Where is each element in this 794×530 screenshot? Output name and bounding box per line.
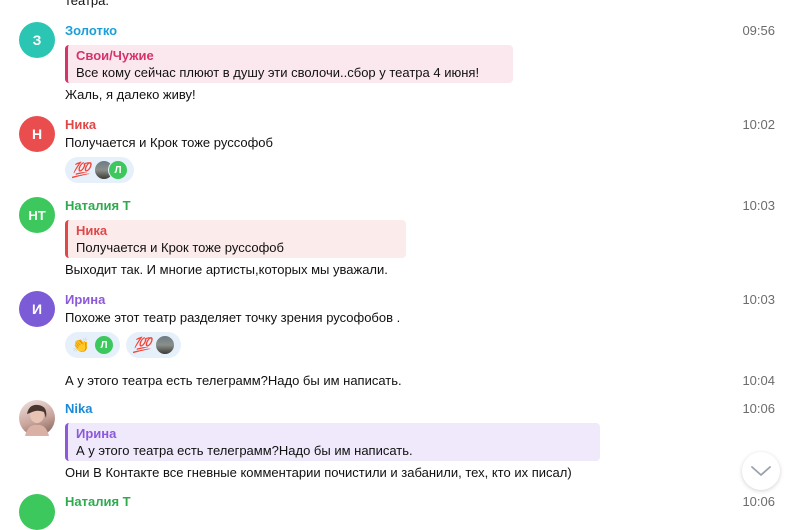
quote-text: Все кому сейчас плюют в душу эти сволочи… [76, 65, 480, 80]
message-text: Похоже этот театр разделяет точку зрения… [65, 310, 401, 325]
reactor-avatar [155, 335, 175, 355]
reply-quote[interactable]: Свои/Чужие Все кому сейчас плюют в душу … [65, 45, 513, 83]
reply-quote[interactable]: Ника Получается и Крок тоже руссофоб [65, 220, 406, 258]
chevron-down-icon [751, 466, 771, 476]
reaction-chip[interactable]: 💯 Л [65, 157, 134, 183]
message-time: 10:03 [742, 292, 775, 307]
quote-text: Получается и Крок тоже руссофоб [76, 240, 284, 255]
message-time: 10:06 [742, 494, 775, 509]
reactor-avatar: Л [108, 160, 128, 180]
avatar[interactable]: З [19, 22, 55, 58]
hundred-points-icon: 💯 [132, 337, 152, 354]
sender-name[interactable]: Наталия Т [65, 494, 131, 509]
message-time: 10:03 [742, 198, 775, 213]
message-text: А у этого театра есть телеграмм?Надо бы … [65, 373, 402, 388]
message-time: 10:04 [742, 373, 775, 388]
hundred-points-icon: 💯 [71, 162, 91, 179]
message-text: Они В Контакте все гневные комментарии п… [65, 465, 572, 480]
reactor-avatar: Л [94, 335, 114, 355]
avatar[interactable] [19, 494, 55, 530]
reaction-chip[interactable]: 💯 [126, 332, 181, 358]
quote-author: Ирина [76, 426, 117, 441]
message-fragment: театра. [65, 0, 110, 8]
reply-quote[interactable]: Ирина А у этого театра есть телеграмм?На… [65, 423, 600, 461]
avatar[interactable]: Н [19, 116, 55, 152]
quote-author: Свои/Чужие [76, 48, 154, 63]
sender-name[interactable]: Наталия Т [65, 198, 131, 213]
message-text: Выходит так. И многие артисты,которых мы… [65, 262, 388, 277]
message-time: 09:56 [742, 23, 775, 38]
quote-text: А у этого театра есть телеграмм?Надо бы … [76, 443, 413, 458]
reaction-chip[interactable]: 👏 Л [65, 332, 120, 358]
sender-name[interactable]: Золотко [65, 23, 117, 38]
message-time: 10:02 [742, 117, 775, 132]
avatar[interactable]: И [19, 291, 55, 327]
message-text: Жаль, я далеко живу! [65, 87, 196, 102]
sender-name[interactable]: Ника [65, 117, 96, 132]
message-time: 10:06 [742, 401, 775, 416]
message-text: Получается и Крок тоже руссофоб [65, 135, 273, 150]
sender-name[interactable]: Ирина [65, 292, 105, 307]
clapping-hands-icon: 👏 [72, 336, 90, 353]
avatar[interactable]: НТ [19, 197, 55, 233]
scroll-to-bottom-button[interactable] [742, 452, 780, 490]
quote-author: Ника [76, 223, 108, 238]
avatar[interactable] [19, 400, 55, 436]
user-photo-icon [25, 404, 49, 436]
sender-name[interactable]: Nika [65, 401, 92, 416]
